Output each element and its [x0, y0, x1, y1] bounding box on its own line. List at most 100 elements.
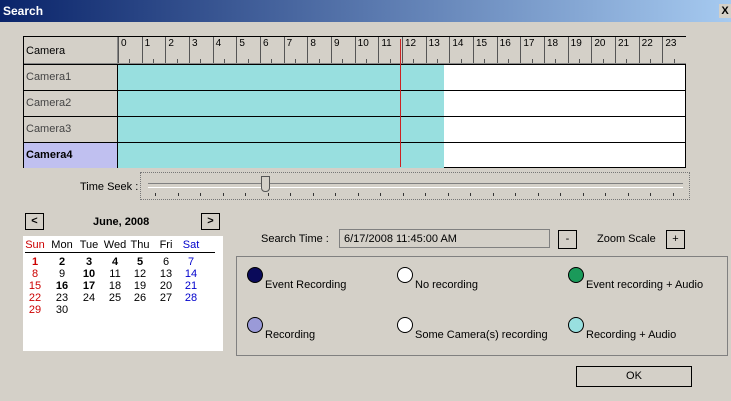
hour-label: 6: [260, 37, 284, 63]
hour-label: 18: [544, 37, 568, 63]
weekday-label: Mon: [51, 239, 73, 251]
weekday-label: Sat: [182, 239, 200, 251]
weekday-label: Sun: [25, 239, 45, 251]
hour-label: 21: [615, 37, 639, 63]
calendar-day[interactable]: 22: [23, 292, 47, 304]
hour-label: 11: [378, 37, 402, 63]
hour-label: 5: [236, 37, 260, 63]
calendar-day[interactable]: 2: [50, 256, 74, 268]
hour-label: 9: [331, 37, 355, 63]
time-cursor[interactable]: [400, 39, 401, 167]
hour-label: 3: [189, 37, 213, 63]
weekday-label: Tue: [79, 239, 99, 251]
calendar-day[interactable]: 24: [77, 292, 101, 304]
hour-label: 20: [591, 37, 615, 63]
calendar-day[interactable]: 28: [179, 292, 203, 304]
calendar: < June, 2008 > Sun Mon Tue Wed Thu Fri Sat 1 2 3 4…: [23, 213, 223, 353]
calendar-day[interactable]: 6: [154, 256, 178, 268]
legend-swatch: [247, 317, 263, 333]
hour-label: 23: [662, 37, 686, 63]
next-month-button[interactable]: >: [201, 213, 220, 230]
calendar-day[interactable]: 20: [154, 280, 178, 292]
hour-scale: 0 1 2 3 4 5 6 7 8 9 10 11 12 13 14 15 16 17 18 19 20 21 22 23: [118, 37, 686, 64]
zoom-out-button[interactable]: -: [558, 230, 577, 249]
calendar-day[interactable]: 3: [77, 256, 101, 268]
recording-timeline[interactable]: Camera 0 1 2 3 4 5 6 7 8 9 10 11 12 13 14 15 16 17 18 19 20 2…: [23, 36, 686, 168]
weekday-label: Thu: [130, 239, 150, 251]
calendar-day[interactable]: 21: [179, 280, 203, 292]
calendar-day[interactable]: 4: [103, 256, 127, 268]
search-time-field[interactable]: 6/17/2008 11:45:00 AM: [339, 229, 550, 248]
camera-column-header: Camera: [24, 37, 118, 64]
seek-track: [148, 183, 683, 188]
recording-bar: [118, 65, 444, 90]
calendar-day[interactable]: 16: [50, 280, 74, 292]
legend-swatch: [397, 317, 413, 333]
hour-label: 2: [165, 37, 189, 63]
prev-month-button[interactable]: <: [25, 213, 44, 230]
hour-label: 14: [449, 37, 473, 63]
calendar-month: June, 2008: [93, 216, 150, 228]
window-title: Search: [3, 4, 44, 18]
weekday-label: Wed: [103, 239, 127, 251]
camera-name[interactable]: Camera1: [24, 65, 118, 90]
calendar-day[interactable]: 12: [128, 268, 152, 280]
calendar-day[interactable]: 26: [128, 292, 152, 304]
camera-name[interactable]: Camera2: [24, 91, 118, 116]
calendar-day[interactable]: 14: [179, 268, 203, 280]
hour-label: 15: [473, 37, 497, 63]
calendar-day[interactable]: 19: [128, 280, 152, 292]
hour-label: 10: [354, 37, 379, 63]
seek-thumb[interactable]: [261, 176, 270, 192]
hour-label: 22: [638, 37, 663, 63]
legend-swatch: [397, 267, 413, 283]
hour-label: 12: [402, 37, 426, 63]
recording-bar: [118, 117, 444, 142]
camera-row[interactable]: Camera4: [24, 142, 686, 168]
calendar-day[interactable]: 15: [23, 280, 47, 292]
camera-row[interactable]: Camera1: [24, 64, 686, 90]
legend-swatch: [568, 317, 584, 333]
search-time-label: Search Time :: [261, 233, 329, 245]
ok-button[interactable]: OK: [576, 366, 692, 387]
calendar-day[interactable]: 18: [103, 280, 127, 292]
hour-label: 17: [520, 37, 544, 63]
hour-label: 0: [118, 37, 142, 63]
calendar-day[interactable]: 7: [179, 256, 203, 268]
legend-swatch: [247, 267, 263, 283]
hour-label: 19: [567, 37, 592, 63]
hour-label: 16: [496, 37, 521, 63]
zoom-scale-label: Zoom Scale: [597, 233, 656, 245]
camera-row[interactable]: Camera2: [24, 90, 686, 116]
calendar-day[interactable]: 8: [23, 268, 47, 280]
hour-label: 8: [307, 37, 331, 63]
calendar-day[interactable]: 10: [77, 268, 101, 280]
time-seek-label: Time Seek :: [80, 181, 139, 193]
calendar-day[interactable]: 5: [128, 256, 152, 268]
time-seek-slider[interactable]: [140, 172, 690, 200]
zoom-in-button[interactable]: +: [666, 230, 685, 249]
camera-row[interactable]: Camera3: [24, 116, 686, 142]
hour-label: 7: [283, 37, 308, 63]
recording-bar: [118, 91, 444, 116]
calendar-day[interactable]: 17: [77, 280, 101, 292]
camera-name[interactable]: Camera4: [24, 143, 118, 168]
calendar-day[interactable]: 25: [103, 292, 127, 304]
legend-swatch: [568, 267, 584, 283]
calendar-day[interactable]: 11: [103, 268, 127, 280]
calendar-day[interactable]: 30: [50, 304, 74, 316]
camera-name[interactable]: Camera3: [24, 117, 118, 142]
title-bar: Search X: [0, 0, 731, 22]
recording-bar: [118, 143, 444, 168]
weekday-label: Fri: [159, 239, 173, 251]
calendar-grid: Sun Mon Tue Wed Thu Fri Sat 1 2 3 4 5 6 7 8 9 10 11 12 13 14…: [23, 236, 223, 351]
calendar-day[interactable]: 27: [154, 292, 178, 304]
calendar-day[interactable]: 29: [23, 304, 47, 316]
legend-panel: Event Recording No recording Event recordi…: [236, 256, 728, 356]
calendar-day[interactable]: 13: [154, 268, 178, 280]
close-button[interactable]: X: [719, 4, 731, 18]
calendar-day[interactable]: 1: [23, 256, 47, 268]
calendar-day[interactable]: 23: [50, 292, 74, 304]
hour-label: 13: [425, 37, 450, 63]
calendar-day[interactable]: 9: [50, 268, 74, 280]
